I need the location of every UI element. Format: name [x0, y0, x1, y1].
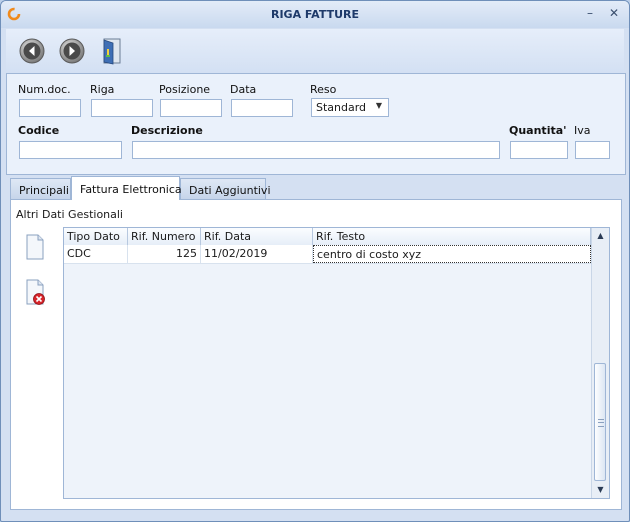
fattura-elettronica-panel: Altri Dati Gestionali Tipo Dato Rif. Num… [10, 199, 622, 510]
tab-principali[interactable]: Principali [10, 178, 71, 199]
cell-tipo-dato[interactable]: CDC [64, 245, 128, 263]
scroll-down-icon[interactable]: ▼ [592, 482, 609, 498]
scroll-thumb[interactable] [594, 363, 606, 481]
minimize-icon[interactable]: – [583, 6, 597, 20]
quantita-input[interactable] [510, 141, 568, 159]
new-document-icon[interactable] [24, 233, 46, 261]
codice-input[interactable] [19, 141, 122, 159]
gestionali-grid: Tipo Dato Rif. Numero Rif. Data Rif. Tes… [63, 227, 610, 499]
cell-rif-numero[interactable]: 125 [128, 245, 201, 263]
window-title: RIGA FATTURE [270, 8, 360, 21]
next-arrow-icon[interactable] [58, 37, 86, 65]
grip-icon [598, 419, 604, 427]
cell-rif-data[interactable]: 11/02/2019 [201, 245, 313, 263]
table-row[interactable]: CDC 125 11/02/2019 centro di costo xyz [64, 245, 591, 264]
num-doc-input[interactable] [19, 99, 81, 117]
main-window: RIGA FATTURE – ✕ Num.doc. Riga Posizione [0, 0, 630, 522]
chevron-down-icon: ▼ [375, 101, 382, 110]
riga-input[interactable] [91, 99, 153, 117]
posizione-input[interactable] [160, 99, 222, 117]
quantita-label: Quantita' [509, 124, 567, 137]
column-header-rif-numero[interactable]: Rif. Numero [128, 228, 201, 245]
document-header-form: Num.doc. Riga Posizione Data Reso Standa… [6, 73, 626, 175]
posizione-label: Posizione [159, 83, 211, 96]
exit-door-icon[interactable] [98, 37, 126, 65]
column-header-tipo-dato[interactable]: Tipo Dato [64, 228, 128, 245]
column-header-rif-data[interactable]: Rif. Data [201, 228, 313, 245]
num-doc-label: Num.doc. [18, 83, 71, 96]
reso-select[interactable]: Standard ▼ [311, 98, 389, 117]
vertical-scrollbar[interactable]: ▲ ▼ [591, 228, 609, 498]
section-title: Altri Dati Gestionali [16, 208, 123, 221]
tab-fattura-elettronica[interactable]: Fattura Elettronica [71, 176, 182, 200]
data-label: Data [230, 83, 257, 96]
delete-document-icon[interactable] [24, 278, 46, 306]
cell-rif-testo[interactable]: centro di costo xyz [313, 245, 591, 263]
reso-label: Reso [310, 83, 337, 96]
close-icon[interactable]: ✕ [607, 6, 621, 20]
iva-input[interactable] [575, 141, 610, 159]
codice-label: Codice [18, 124, 60, 137]
descrizione-input[interactable] [132, 141, 500, 159]
title-bar: RIGA FATTURE – ✕ [1, 1, 629, 28]
iva-label: Iva [574, 124, 591, 137]
descrizione-label: Descrizione [131, 124, 203, 137]
previous-arrow-icon[interactable] [18, 37, 46, 65]
grid-header: Tipo Dato Rif. Numero Rif. Data Rif. Tes… [64, 228, 591, 246]
data-input[interactable] [231, 99, 293, 117]
scroll-up-icon[interactable]: ▲ [592, 228, 609, 244]
riga-label: Riga [90, 83, 115, 96]
toolbar [6, 29, 624, 73]
tab-dati-aggiuntivi[interactable]: Dati Aggiuntivi [180, 178, 271, 199]
reso-selected-value: Standard [316, 101, 367, 114]
column-header-rif-testo[interactable]: Rif. Testo [313, 228, 591, 245]
